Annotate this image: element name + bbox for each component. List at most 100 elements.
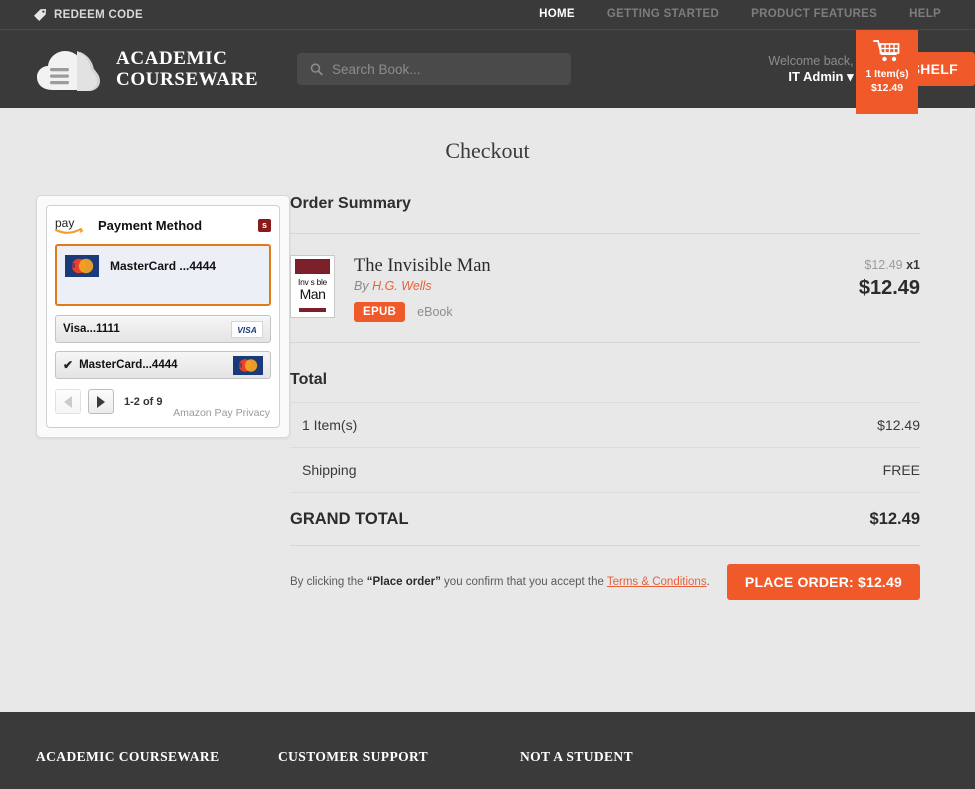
footer-column-academic-courseware: ACADEMIC COURSEWARE Getting Started Prod… <box>36 749 278 789</box>
item-quantity: x1 <box>906 258 920 272</box>
cover-top-band <box>295 259 330 274</box>
payment-method-widget: pay Payment Method s MasterCard ...4444 … <box>36 195 290 438</box>
search-bar[interactable] <box>297 53 572 85</box>
book-format-tags: EPUB eBook <box>354 302 809 322</box>
visa-icon: VISA <box>231 320 263 338</box>
footer-column-not-a-student: NOT A STUDENT Distributors Publishers In… <box>520 749 762 789</box>
payment-card-option-visa[interactable]: Visa...1111 VISA <box>55 315 271 343</box>
cart-item-count: 1 Item(s) <box>865 68 909 80</box>
order-item-price: $12.49 x1 $12.49 <box>828 255 920 322</box>
mastercard-icon <box>233 355 263 375</box>
chevron-right-icon <box>97 395 105 408</box>
terms-conditions-link[interactable]: Terms & Conditions <box>607 576 707 588</box>
format-badge: EPUB <box>354 302 406 322</box>
chevron-left-icon <box>64 395 72 408</box>
user-menu[interactable]: Welcome back, IT Admin ▾ <box>768 53 853 85</box>
tag-icon <box>34 8 46 21</box>
pagination-next-button[interactable] <box>88 389 114 414</box>
terms-quoted: “Place order” <box>366 576 441 588</box>
security-badge: s <box>258 218 271 232</box>
totals-row-label: Shipping <box>302 462 357 478</box>
mastercard-icon <box>65 255 99 277</box>
logo-line-1: ACADEMIC <box>116 48 228 69</box>
grand-total-row: GRAND TOTAL $12.49 <box>290 493 920 545</box>
logo-line-2: COURSEWARE <box>116 69 259 90</box>
totals-row-label: 1 Item(s) <box>302 417 358 433</box>
site-header: ACADEMIC COURSEWARE Welcome back, IT Adm… <box>0 30 975 114</box>
footer-heading: NOT A STUDENT <box>520 749 633 764</box>
by-label: By <box>354 279 369 293</box>
checkout-page: Checkout pay Payment Method s MasterCard… <box>0 108 975 712</box>
totals-row-value: FREE <box>882 462 920 478</box>
redeem-code-label: REDEEM CODE <box>54 8 143 21</box>
place-order-button[interactable]: PLACE ORDER: $12.49 <box>726 564 920 600</box>
totals-row-items: 1 Item(s) $12.49 <box>290 403 920 447</box>
topnav-item-home[interactable]: HOME <box>523 0 591 29</box>
svg-text:VISA: VISA <box>237 325 257 335</box>
pagination-prev-button[interactable] <box>55 389 81 414</box>
book-author-line: By H.G. Wells <box>354 279 809 293</box>
order-item-info: The Invisible Man By H.G. Wells EPUB eBo… <box>354 255 809 322</box>
grand-total-value: $12.49 <box>869 509 920 528</box>
checkout-columns: pay Payment Method s MasterCard ...4444 … <box>0 164 975 600</box>
search-icon <box>310 63 323 76</box>
order-summary-heading: Order Summary <box>290 195 411 212</box>
redeem-code-link[interactable]: REDEEM CODE <box>33 8 143 22</box>
grand-total-label: GRAND TOTAL <box>290 509 409 528</box>
shopping-cart-icon <box>873 40 900 62</box>
unit-price-line: $12.49 x1 <box>828 258 920 272</box>
footer-heading: ACADEMIC COURSEWARE <box>36 749 220 764</box>
search-input[interactable] <box>331 61 559 77</box>
order-item-row: Inv s ble Man The Invisible Man By H.G. … <box>290 234 920 342</box>
totals-row-value: $12.49 <box>877 417 920 433</box>
top-navigation: HOME GETTING STARTED PRODUCT FEATURES HE… <box>523 0 957 29</box>
card-selected-check-icon: ✔ <box>63 358 74 372</box>
cloud-book-logo-icon <box>37 51 100 91</box>
payment-column: pay Payment Method s MasterCard ...4444 … <box>0 195 290 600</box>
payment-widget-header: pay Payment Method s <box>55 215 271 235</box>
amazon-pay-wordmark: pay <box>55 216 74 230</box>
totals-heading: Total <box>290 371 328 388</box>
card-option-label: Visa...1111 <box>63 323 120 335</box>
site-footer: ACADEMIC COURSEWARE Getting Started Prod… <box>0 712 975 789</box>
format-label: eBook <box>417 305 453 319</box>
footer-columns: ACADEMIC COURSEWARE Getting Started Prod… <box>0 749 975 789</box>
terms-middle: you confirm that you accept the <box>440 576 607 588</box>
place-order-row: By clicking the “Place order” you confir… <box>290 546 920 600</box>
cart-ribbon[interactable]: 1 Item(s) $12.49 <box>856 30 918 114</box>
visa-logo-slot: VISA <box>231 320 263 338</box>
selected-payment-card[interactable]: MasterCard ...4444 <box>55 244 271 306</box>
unit-price: $12.49 <box>864 258 903 272</box>
mastercard-logo-slot <box>233 355 263 375</box>
footer-column-customer-support: CUSTOMER SUPPORT Help Return Policy Priv… <box>278 749 520 789</box>
book-author-link[interactable]: H.G. Wells <box>372 279 432 293</box>
item-line-total: $12.49 <box>858 277 920 299</box>
cart-ribbon-notch <box>856 99 918 114</box>
topnav-item-product-features[interactable]: PRODUCT FEATURES <box>735 0 893 29</box>
cover-bottom-band <box>298 308 327 312</box>
book-title[interactable]: The Invisible Man <box>354 255 809 277</box>
top-utility-bar: REDEEM CODE HOME GETTING STARTED PRODUCT… <box>0 0 975 30</box>
book-cover-thumbnail[interactable]: Inv s ble Man <box>290 255 335 318</box>
welcome-label: Welcome back, <box>768 54 854 68</box>
payment-card-option-mastercard[interactable]: ✔ MasterCard...4444 <box>55 351 271 379</box>
terms-prefix: By clicking the <box>290 576 367 588</box>
pagination-range: 1-2 of 9 <box>124 395 163 408</box>
footer-heading: CUSTOMER SUPPORT <box>278 749 429 764</box>
payment-method-title: Payment Method <box>98 217 203 233</box>
terms-text: By clicking the “Place order” you confir… <box>290 576 710 588</box>
cart-total: $12.49 <box>870 82 904 94</box>
cover-title-line-2: Man <box>299 286 326 302</box>
amazon-pay-logo-icon: pay <box>55 216 84 234</box>
card-option-label: MasterCard...4444 <box>79 359 178 371</box>
user-name[interactable]: IT Admin ▾ <box>768 69 853 85</box>
topnav-item-getting-started[interactable]: GETTING STARTED <box>591 0 735 29</box>
topnav-item-help[interactable]: HELP <box>893 0 957 29</box>
site-logo[interactable]: ACADEMIC COURSEWARE <box>36 43 258 95</box>
payment-widget-inner: pay Payment Method s MasterCard ...4444 … <box>46 205 280 428</box>
terms-suffix: . <box>706 576 710 588</box>
page-title: Checkout <box>445 138 530 163</box>
site-logo-text: ACADEMIC COURSEWARE <box>116 48 258 90</box>
totals-row-shipping: Shipping FREE <box>290 448 920 492</box>
order-summary-column: Order Summary Inv s ble Man The Invisibl… <box>290 195 975 600</box>
